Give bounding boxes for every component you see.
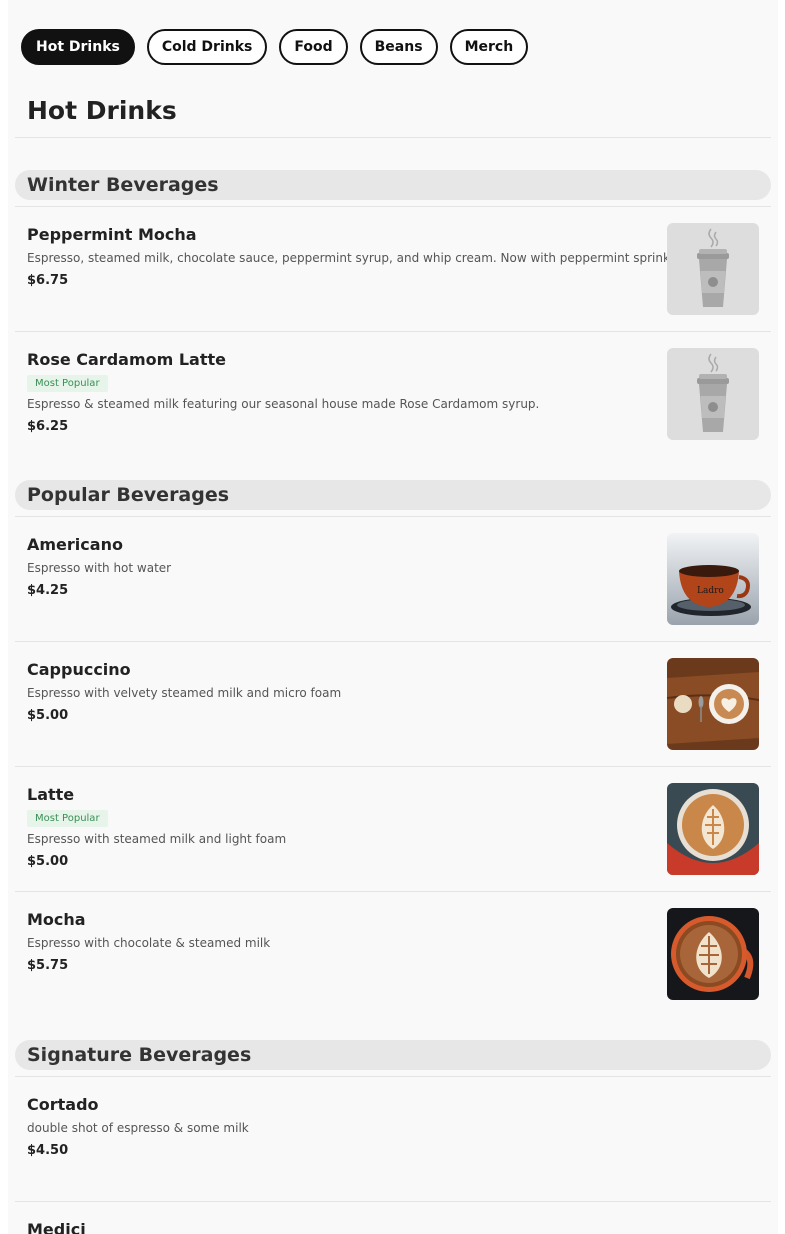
menu-item-peppermint-mocha[interactable]: Peppermint Mocha Espresso, steamed milk,… — [27, 224, 692, 290]
menu-item-americano[interactable]: Americano Espresso with hot water $4.25 — [27, 534, 647, 600]
divider — [15, 206, 771, 207]
item-description: Espresso with hot water — [27, 561, 172, 575]
menu-item-medici[interactable]: Medici — [27, 1219, 647, 1234]
section-header-popular: Popular Beverages — [15, 480, 771, 510]
item-price: $5.75 — [27, 958, 69, 973]
mocha-photo[interactable] — [667, 908, 759, 1000]
divider — [15, 331, 771, 332]
tab-merch[interactable]: Merch — [449, 29, 529, 65]
item-name: Peppermint Mocha — [27, 225, 197, 244]
item-price: $4.25 — [27, 583, 69, 598]
divider — [15, 891, 771, 892]
menu-item-mocha[interactable]: Mocha Espresso with chocolate & steamed … — [27, 909, 647, 975]
tab-beans[interactable]: Beans — [359, 29, 438, 65]
item-price: $5.00 — [27, 708, 69, 723]
item-name: Cappuccino — [27, 660, 131, 679]
tab-food[interactable]: Food — [279, 29, 348, 65]
section-header-signature: Signature Beverages — [15, 1040, 771, 1070]
most-popular-badge: Most Popular — [27, 810, 108, 827]
item-description: Espresso & steamed milk featuring our se… — [27, 397, 540, 411]
item-price: $5.00 — [27, 854, 69, 869]
menu-panel: Hot Drinks Cold Drinks Food Beans Merch … — [8, 0, 778, 1234]
menu-item-rose-cardamom-latte[interactable]: Rose Cardamom Latte Most Popular Espress… — [27, 349, 647, 436]
most-popular-badge: Most Popular — [27, 375, 108, 392]
cup-placeholder-icon[interactable] — [667, 348, 759, 440]
item-name: Americano — [27, 535, 123, 554]
item-price: $4.50 — [27, 1143, 69, 1158]
divider — [15, 641, 771, 642]
item-name: Rose Cardamom Latte — [27, 350, 226, 369]
latte-photo[interactable] — [667, 783, 759, 875]
menu-item-cortado[interactable]: Cortado double shot of espresso & some m… — [27, 1094, 647, 1160]
item-description: Espresso, steamed milk, chocolate sauce,… — [27, 251, 692, 265]
category-tabs: Hot Drinks Cold Drinks Food Beans Merch — [21, 29, 529, 65]
item-price: $6.75 — [27, 273, 69, 288]
americano-photo[interactable]: Ladro — [667, 533, 759, 625]
item-name: Mocha — [27, 910, 86, 929]
item-description: double shot of espresso & some milk — [27, 1121, 249, 1135]
tab-hot-drinks[interactable]: Hot Drinks — [21, 29, 135, 65]
item-description: Espresso with velvety steamed milk and m… — [27, 686, 342, 700]
divider — [15, 516, 771, 517]
divider — [15, 137, 771, 138]
menu-item-cappuccino[interactable]: Cappuccino Espresso with velvety steamed… — [27, 659, 647, 725]
item-price: $6.25 — [27, 419, 69, 434]
section-header-winter: Winter Beverages — [15, 170, 771, 200]
tab-cold-drinks[interactable]: Cold Drinks — [146, 29, 268, 65]
item-name: Latte — [27, 785, 75, 804]
page-title: Hot Drinks — [27, 96, 177, 125]
item-description: Espresso with chocolate & steamed milk — [27, 936, 271, 950]
item-name: Medici — [27, 1220, 86, 1234]
divider — [15, 1076, 771, 1077]
item-description: Espresso with steamed milk and light foa… — [27, 832, 287, 846]
divider — [15, 1201, 771, 1202]
divider — [15, 766, 771, 767]
cup-placeholder-icon[interactable] — [667, 223, 759, 315]
cappuccino-photo[interactable] — [667, 658, 759, 750]
svg-text:Ladro: Ladro — [697, 586, 724, 596]
item-name: Cortado — [27, 1095, 99, 1114]
menu-item-latte[interactable]: Latte Most Popular Espresso with steamed… — [27, 784, 647, 871]
